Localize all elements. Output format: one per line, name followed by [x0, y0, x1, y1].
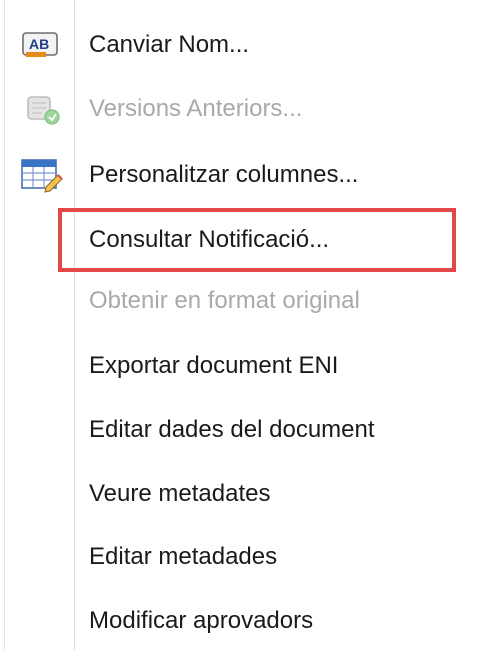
menu-item-label: Versions Anteriors...	[89, 95, 303, 122]
context-menu: AB Canviar Nom... Versions Anteriors...	[0, 0, 501, 650]
menu-item-view-metadata[interactable]: Veure metadates	[0, 464, 501, 524]
menu-item-edit-metadata[interactable]: Editar metadades	[0, 527, 501, 587]
menu-item-label: Personalitzar columnes...	[89, 161, 359, 188]
rename-icon: AB	[20, 27, 64, 63]
menu-item-label: Canviar Nom...	[89, 31, 250, 58]
menu-item-label: Modificar aprovadors	[89, 607, 314, 634]
rename-icon-text: AB	[29, 36, 49, 52]
highlight-box	[58, 208, 456, 272]
customize-columns-icon	[20, 157, 64, 193]
menu-item-customize-columns[interactable]: Personalitzar columnes...	[0, 145, 501, 205]
menu-item-modify-approvers[interactable]: Modificar aprovadors	[0, 591, 501, 651]
menu-item-get-original-format: Obtenir en format original	[0, 271, 501, 331]
menu-item-edit-document-data[interactable]: Editar dades del document	[0, 400, 501, 460]
menu-item-label: Editar dades del document	[89, 416, 375, 443]
menu-item-export-eni[interactable]: Exportar document ENI	[0, 336, 501, 396]
menu-item-label: Exportar document ENI	[89, 352, 339, 379]
menu-item-previous-versions: Versions Anteriors...	[0, 79, 501, 139]
menu-item-label: Veure metadates	[89, 480, 271, 507]
previous-versions-icon	[20, 91, 64, 127]
menu-item-label: Editar metadades	[89, 543, 278, 570]
menu-item-rename[interactable]: AB Canviar Nom...	[0, 15, 501, 75]
menu-item-label: Obtenir en format original	[89, 287, 360, 314]
